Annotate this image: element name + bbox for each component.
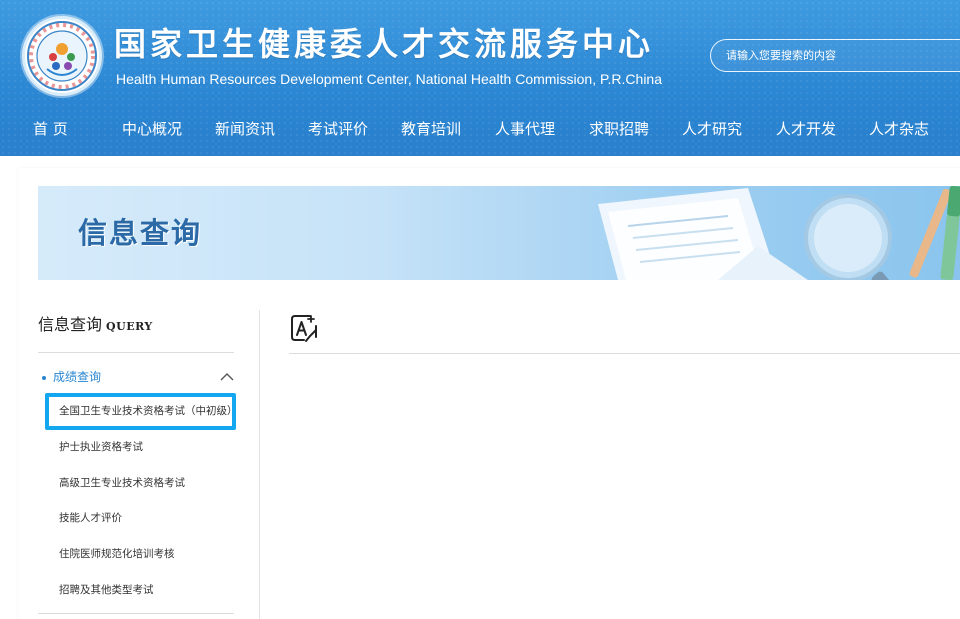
sidebar-divider-bottom [38,613,234,614]
nav-item-jobs[interactable]: 求职招聘 [589,110,649,148]
magnifier-illustration-icon [598,186,960,280]
emblem-icon [27,21,97,91]
search-input[interactable]: 请输入您要搜索的内容 [710,39,960,72]
nav-item-news[interactable]: 新闻资讯 [215,110,275,148]
sidebar-item-nurse-exam[interactable]: 护士执业资格考试 [59,437,143,457]
center-logo[interactable] [22,16,102,96]
search-placeholder: 请输入您要搜索的内容 [726,49,836,62]
bullet-icon [42,376,46,380]
nav-item-magazine[interactable]: 人才杂志 [869,110,929,148]
sidebar-item-health-tech-exam[interactable]: 全国卫生专业技术资格考试（中初级） [59,401,238,421]
content-header-rule [289,353,960,354]
site-subtitle: Health Human Resources Development Cente… [116,71,662,87]
sidebar-item-skills-evaluation[interactable]: 技能人才评价 [59,508,122,528]
site-header: 国家卫生健康委人才交流服务中心 Health Human Resources D… [0,0,960,156]
nav-item-home[interactable]: 首 页 [33,110,68,148]
sidebar-item-senior-exam[interactable]: 高级卫生专业技术资格考试 [59,473,185,493]
category-score-query[interactable]: 成绩查询 [38,366,234,388]
nav-item-development[interactable]: 人才开发 [776,110,836,148]
chevron-up-icon[interactable] [220,372,234,382]
site-title: 国家卫生健康委人才交流服务中心 [114,25,655,63]
main-nav: 首 页 中心概况 新闻资讯 考试评价 教育培训 人事代理 求职招聘 人才研究 人… [0,110,960,148]
sidebar-divider [38,352,234,353]
nav-item-research[interactable]: 人才研究 [682,110,742,148]
page-banner: 信息查询 [38,186,960,280]
sidebar-title-cn: 信息查询 [38,315,103,334]
sidebar-item-residency-assessment[interactable]: 住院医师规范化培训考核 [59,544,175,564]
content-divider [259,310,260,619]
nav-item-hr-agency[interactable]: 人事代理 [495,110,555,148]
nav-item-exam[interactable]: 考试评价 [308,110,368,148]
nav-item-training[interactable]: 教育培训 [401,110,461,148]
nav-item-about[interactable]: 中心概况 [122,110,182,148]
sidebar-title: 信息查询 QUERY [38,313,153,337]
sidebar-title-en: QUERY [106,320,153,333]
category-label: 成绩查询 [53,370,102,384]
font-size-adjust-icon [291,315,317,342]
sidebar-item-recruitment-exam[interactable]: 招聘及其他类型考试 [59,580,154,600]
font-size-button[interactable] [289,313,319,343]
banner-title: 信息查询 [78,216,203,250]
